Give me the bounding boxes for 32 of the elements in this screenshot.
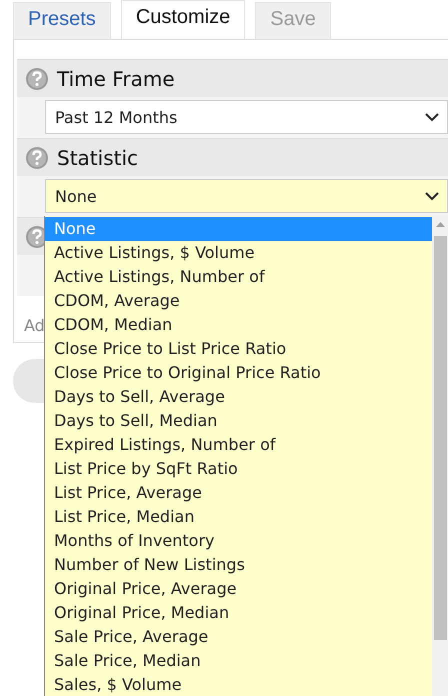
dropdown-option[interactable]: Active Listings, $ Volume xyxy=(45,241,432,265)
help-icon xyxy=(25,66,49,90)
dropdown-option[interactable]: Original Price, Average xyxy=(45,577,432,601)
select-field[interactable]: Past 12 Months xyxy=(45,100,448,134)
dropdown-option[interactable]: List Price by SqFt Ratio xyxy=(45,457,432,481)
dropdown-option[interactable]: Expired Listings, Number of xyxy=(45,433,432,457)
scroll-thumb[interactable] xyxy=(434,236,447,640)
dropdown-option[interactable]: Days to Sell, Median xyxy=(45,409,432,433)
tab[interactable]: Customize xyxy=(120,0,246,39)
help-icon xyxy=(25,146,49,170)
dropdown-option[interactable]: Active Listings, Number of xyxy=(45,265,432,289)
dropdown-option[interactable]: Close Price to Original Price Ratio xyxy=(45,361,432,385)
chevron-down-icon xyxy=(425,112,439,122)
dropdown-option[interactable]: List Price, Median xyxy=(45,505,432,529)
dropdown-option[interactable]: CDOM, Average xyxy=(45,289,432,313)
dropdown-option[interactable]: List Price, Average xyxy=(45,481,432,505)
section-title: Time Frame xyxy=(57,66,175,90)
tab[interactable]: Presets xyxy=(13,2,111,39)
dropdown-option[interactable]: Days to Sell, Average xyxy=(45,385,432,409)
dropdown-option[interactable]: Months of Inventory xyxy=(45,529,432,553)
scroll-up-icon xyxy=(436,222,445,227)
dropdown-option[interactable]: Sales, $ Volume xyxy=(45,673,432,696)
section-title: Statistic xyxy=(57,146,138,170)
dropdown-option[interactable]: Sale Price, Median xyxy=(45,649,432,673)
scrollbar[interactable] xyxy=(432,216,448,696)
dropdown-option[interactable]: Sale Price, Average xyxy=(45,625,432,649)
chevron-down-icon xyxy=(425,192,439,200)
select-field[interactable]: None xyxy=(45,179,448,213)
dropdown-option[interactable]: Close Price to List Price Ratio xyxy=(45,337,432,361)
dropdown-option[interactable]: CDOM, Median xyxy=(45,313,432,337)
dropdown-option[interactable]: Number of New Listings xyxy=(45,553,432,577)
dropdown-option[interactable]: Original Price, Median xyxy=(45,601,432,625)
